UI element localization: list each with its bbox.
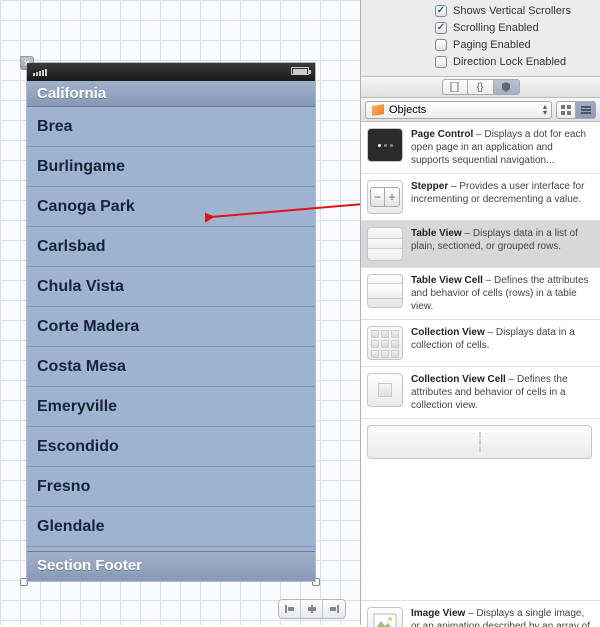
- library-selector-label: Objects: [389, 104, 426, 116]
- library-bar: Objects ▴▾: [361, 98, 600, 122]
- section-footer: Section Footer: [27, 551, 315, 581]
- list-item[interactable]: Image View – Displays a single image, or…: [361, 601, 600, 627]
- attributes-section: ✓ Shows Vertical Scrollers ✓ Scrolling E…: [361, 0, 600, 76]
- table-view-cell-icon: [367, 274, 403, 308]
- tab-file-icon[interactable]: [442, 79, 468, 95]
- table-row[interactable]: Corte Madera: [27, 307, 315, 347]
- list-item[interactable]: Collection View – Displays data in a col…: [361, 320, 600, 367]
- table-row[interactable]: Fresno: [27, 467, 315, 507]
- attr-label: Shows Vertical Scrollers: [453, 5, 571, 17]
- image-view-icon: [367, 607, 403, 627]
- list-item-text: Collection View – Displays data in a col…: [411, 326, 592, 360]
- section-header: California: [27, 81, 315, 107]
- canvas-align-toolbar[interactable]: [278, 599, 346, 619]
- library-selector[interactable]: Objects ▴▾: [365, 101, 552, 119]
- table-row[interactable]: Costa Mesa: [27, 347, 315, 387]
- list-item[interactable]: Collection Reusable View – Defines the a…: [361, 419, 600, 601]
- canvas-area[interactable]: ✕ California Brea Burlingame Canoga Park…: [0, 0, 360, 625]
- checkbox-icon[interactable]: ✓: [435, 22, 447, 34]
- checkbox-icon[interactable]: [435, 39, 447, 51]
- table-row[interactable]: Brea: [27, 107, 315, 147]
- table-row[interactable]: Canoga Park: [27, 187, 315, 227]
- collection-reusable-view-icon: [367, 425, 592, 459]
- library-view-toggle[interactable]: [556, 101, 596, 119]
- list-item[interactable]: Collection View Cell – Defines the attri…: [361, 367, 600, 419]
- list-item[interactable]: Table View – Displays data in a list of …: [361, 221, 600, 268]
- table-row[interactable]: Glendale: [27, 507, 315, 547]
- list-item[interactable]: Table View Cell – Defines the attributes…: [361, 268, 600, 320]
- attr-shows-vertical-scrollers[interactable]: ✓ Shows Vertical Scrollers: [361, 2, 600, 19]
- list-view-icon[interactable]: [576, 101, 596, 119]
- list-item-text: Image View – Displays a single image, or…: [411, 607, 592, 627]
- collection-view-cell-icon: [367, 373, 403, 407]
- table-row[interactable]: Emeryville: [27, 387, 315, 427]
- grid-view-icon[interactable]: [556, 101, 576, 119]
- list-item[interactable]: Page Control – Displays a dot for each o…: [361, 122, 600, 174]
- page-control-icon: [367, 128, 403, 162]
- inspector-tabs[interactable]: {}: [361, 76, 600, 98]
- attr-label: Direction Lock Enabled: [453, 56, 566, 68]
- inspector-panel: ✓ Shows Vertical Scrollers ✓ Scrolling E…: [360, 0, 600, 625]
- align-center-button[interactable]: [301, 600, 323, 618]
- table-row[interactable]: Carlsbad: [27, 227, 315, 267]
- checkbox-icon[interactable]: [435, 56, 447, 68]
- attr-label: Scrolling Enabled: [453, 22, 539, 34]
- signal-icon: [33, 69, 47, 76]
- attr-scrolling-enabled[interactable]: ✓ Scrolling Enabled: [361, 19, 600, 36]
- attr-paging-enabled[interactable]: Paging Enabled: [361, 36, 600, 53]
- attr-direction-lock-enabled[interactable]: Direction Lock Enabled: [361, 53, 600, 70]
- list-item-text: Table View – Displays data in a list of …: [411, 227, 592, 261]
- table-view[interactable]: Brea Burlingame Canoga Park Carlsbad Chu…: [27, 107, 315, 551]
- object-library-list[interactable]: Page Control – Displays a dot for each o…: [361, 122, 600, 627]
- align-left-button[interactable]: [279, 600, 301, 618]
- table-row[interactable]: Chula Vista: [27, 267, 315, 307]
- tab-object-icon[interactable]: [494, 79, 520, 95]
- list-item-text: Table View Cell – Defines the attributes…: [411, 274, 592, 313]
- list-item[interactable]: −+ Stepper – Provides a user interface f…: [361, 174, 600, 221]
- status-bar: [27, 63, 315, 81]
- table-row[interactable]: Escondido: [27, 427, 315, 467]
- battery-icon: [291, 67, 309, 75]
- collection-view-icon: [367, 326, 403, 360]
- checkbox-icon[interactable]: ✓: [435, 5, 447, 17]
- cube-icon: [372, 104, 384, 116]
- align-right-button[interactable]: [323, 600, 345, 618]
- list-item-text: Collection View Cell – Defines the attri…: [411, 373, 592, 412]
- list-item-text: Stepper – Provides a user interface for …: [411, 180, 592, 214]
- device-preview[interactable]: ✕ California Brea Burlingame Canoga Park…: [26, 62, 316, 582]
- tab-braces-icon[interactable]: {}: [468, 79, 494, 95]
- table-view-icon: [367, 227, 403, 261]
- chevron-updown-icon: ▴▾: [543, 104, 547, 116]
- stepper-icon: −+: [367, 180, 403, 214]
- list-item-text: Page Control – Displays a dot for each o…: [411, 128, 592, 167]
- table-row[interactable]: Burlingame: [27, 147, 315, 187]
- attr-label: Paging Enabled: [453, 39, 531, 51]
